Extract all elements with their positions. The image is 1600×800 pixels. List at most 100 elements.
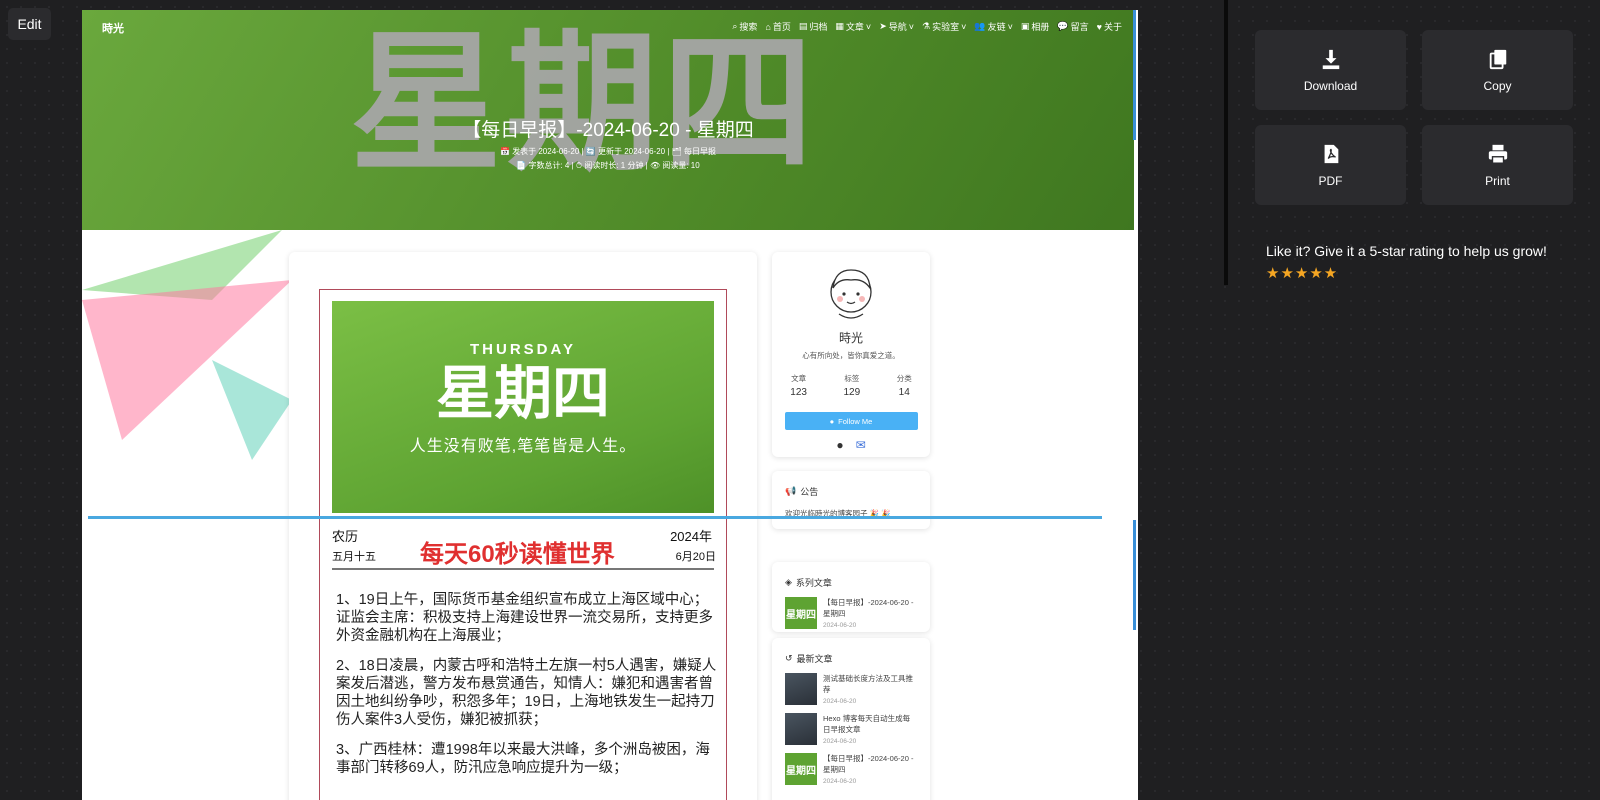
divider — [332, 568, 714, 570]
flask-icon: ⚗ — [922, 21, 931, 31]
nav-archive[interactable]: ▤ 归档 — [799, 20, 828, 33]
banner-weekday-zh: 星期四 — [435, 359, 610, 427]
mail-icon[interactable]: ✉ — [856, 438, 866, 452]
nav-album[interactable]: ▣ 相册 — [1021, 20, 1050, 33]
news-item: 3、广西桂林：遭1998年以来最大洪峰，多个洲岛被困，海事部门转移69人，防汛应… — [336, 742, 710, 776]
follow-me-button[interactable]: ● Follow Me — [784, 412, 918, 430]
stat-label: 分类 — [896, 374, 912, 383]
github-icon[interactable]: ● — [836, 438, 843, 452]
download-label: Download — [1303, 79, 1358, 93]
article-date: 2024-06-20 — [823, 738, 857, 745]
daily-news-paper: THURSDAY 星期四 人生没有败笔,笔笔皆是人生。 农历 五月十五 每天60… — [319, 289, 727, 800]
nav-links[interactable]: 👥 友链 ˅ — [974, 20, 1013, 33]
news-list: 1、19日上午，国际货币基金组织宣布成立上海区域中心；证监会主席：积极支持上海建… — [336, 591, 720, 789]
nav-search[interactable]: ⌕ 搜索 — [732, 20, 757, 33]
download-button[interactable]: Download — [1255, 30, 1406, 110]
article-thumbnail: 星期四 — [785, 753, 817, 785]
news-year: 2024年 — [670, 529, 712, 544]
users-icon: 👥 — [974, 21, 986, 31]
article-thumbnail: 星期四 — [785, 597, 817, 629]
news-month-day: 6月20日 — [675, 551, 716, 563]
rating-stars[interactable]: ★★★★★ — [1266, 264, 1338, 282]
pdf-button[interactable]: PDF — [1255, 125, 1406, 205]
author-stats: 文章 123 标签 129 分类 14 — [772, 373, 930, 398]
article-thumbnail — [785, 713, 817, 745]
announcement-card: 📢 公告 欢迎光临時光的博客园子 🎉 🎉 — [772, 471, 930, 529]
print-label: Print — [1485, 174, 1510, 188]
series-item[interactable]: 星期四 【每日早报】-2024-06-20 - 星期四 2024-06-20 — [772, 589, 930, 629]
page-scrollbar[interactable] — [1133, 10, 1136, 140]
article-date: 2024-06-20 — [823, 622, 857, 629]
article-title: 测试基础长度方法及工具推荐 — [823, 674, 913, 694]
avatar[interactable] — [825, 264, 877, 322]
crop-guide-line[interactable] — [88, 516, 1102, 519]
social-links: ● ✉ — [772, 438, 930, 452]
nav-home[interactable]: ⌂ 首页 — [765, 20, 790, 33]
copy-button[interactable]: Copy — [1422, 30, 1573, 110]
series-title: ◈ 系列文章 — [772, 562, 930, 589]
stat-label: 标签 — [844, 374, 860, 383]
latest-title: ↺ 最新文章 — [772, 638, 930, 665]
nav-label: 搜索 — [739, 22, 758, 32]
stat-label: 文章 — [791, 374, 807, 383]
archive-icon: ▤ — [798, 21, 808, 31]
post-meta-stats: 📄 字数总计: 4 | ⏱ 阅读时长: 1 分钟 | 👁 阅读量: 10 — [516, 161, 700, 170]
latest-item[interactable]: 测试基础长度方法及工具推荐 2024-06-20 — [772, 665, 930, 705]
screenshot-preview: 星期四 時光 ⌕ 搜索 ⌂ 首页 ▤ 归档 ▦ 文章 ˅ ➤ 导航 ˅ ⚗ 实验室 ˅ 👥 友链 ˅ … — [82, 10, 1138, 800]
github-icon: ● — [829, 416, 835, 426]
stat-tags[interactable]: 标签 129 — [843, 373, 860, 398]
latest-item[interactable]: 星期四 【每日早报】-2024-06-20 - 星期四 2024-06-20 — [772, 745, 930, 785]
stat-categories[interactable]: 分类 14 — [897, 373, 912, 398]
stat-value: 123 — [790, 387, 807, 398]
nav-label: 归档 — [809, 22, 828, 32]
article-date: 2024-06-20 — [823, 778, 857, 785]
announcement-title: 📢 公告 — [772, 471, 930, 498]
nav-navigation[interactable]: ➤ 导航 ˅ — [879, 20, 914, 33]
vertical-scrollbar[interactable] — [1224, 0, 1228, 285]
nav-label: 友链 — [987, 22, 1006, 32]
comments-icon: 💬 — [1057, 21, 1069, 31]
stat-articles[interactable]: 文章 123 — [790, 373, 807, 398]
article-title: 【每日早报】-2024-06-20 - 星期四 — [823, 598, 914, 618]
print-button[interactable]: Print — [1422, 125, 1573, 205]
latest-title-text: 最新文章 — [796, 654, 833, 664]
home-icon: ⌂ — [765, 21, 771, 32]
nav-label: 首页 — [772, 22, 791, 32]
latest-item[interactable]: Hexo 博客每天自动生成每日早报文章 2024-06-20 — [772, 705, 930, 745]
site-name[interactable]: 時光 — [102, 20, 124, 36]
layers-icon: ◈ — [785, 577, 792, 587]
hero-big-text: 星期四 — [350, 13, 818, 192]
banner-motto: 人生没有败笔,笔笔皆是人生。 — [409, 438, 637, 455]
nav-articles[interactable]: ▦ 文章 ˅ — [835, 20, 871, 33]
article-title: Hexo 博客每天自动生成每日早报文章 — [823, 714, 911, 734]
copy-icon — [1489, 49, 1506, 70]
lunar-date: 五月十五 — [332, 551, 376, 563]
stat-value: 14 — [898, 387, 910, 398]
post-meta-dates: 📅 发表于 2024-06-20 | 🔄 更新于 2024-06-20 | 🗂 … — [499, 147, 717, 156]
top-nav: ⌕ 搜索 ⌂ 首页 ▤ 归档 ▦ 文章 ˅ ➤ 导航 ˅ ⚗ 实验室 ˅ 👥 友链 ˅ ▣ 相册 💬 留言… — [732, 20, 1122, 33]
edit-button[interactable]: Edit — [8, 8, 51, 40]
nav-comments[interactable]: 💬 留言 — [1057, 20, 1088, 33]
nav-about[interactable]: ♥ 关于 — [1097, 20, 1122, 33]
nav-lab[interactable]: ⚗ 实验室 ˅ — [922, 20, 966, 33]
follow-label: Follow Me — [838, 416, 873, 426]
author-bio: 心有所向处，皆你真爱之道。 — [802, 351, 900, 360]
nav-label: 导航 — [888, 22, 907, 32]
page-scrollbar-lower[interactable] — [1133, 520, 1136, 630]
copy-label: Copy — [1483, 79, 1512, 93]
article-date: 2024-06-20 — [823, 698, 857, 705]
history-icon: ↺ — [785, 653, 793, 663]
book-icon: ▦ — [835, 21, 844, 31]
nav-label: 实验室 — [932, 22, 960, 32]
hero-banner: 星期四 時光 ⌕ 搜索 ⌂ 首页 ▤ 归档 ▦ 文章 ˅ ➤ 导航 ˅ ⚗ 实验室 ˅ 👥 友链 ˅ … — [82, 10, 1134, 230]
rating-prompt: Like it? Give it a 5-star rating to help… — [1266, 243, 1547, 259]
search-icon: ⌕ — [732, 21, 738, 31]
news-headline: 每天60秒读懂世界 — [420, 541, 615, 568]
series-title-text: 系列文章 — [795, 578, 832, 588]
banner-weekday-en: THURSDAY — [470, 341, 576, 358]
announcement-title-text: 公告 — [800, 487, 819, 497]
latest-articles-card: ↺ 最新文章 测试基础长度方法及工具推荐 2024-06-20 Hexo 博客每天自… — [772, 638, 930, 800]
series-card: ◈ 系列文章 星期四 【每日早报】-2024-06-20 - 星期四 2024-06… — [772, 562, 930, 632]
post-card: THURSDAY 星期四 人生没有败笔,笔笔皆是人生。 农历 五月十五 每天60… — [289, 252, 757, 800]
author-name: 時光 — [838, 331, 863, 345]
